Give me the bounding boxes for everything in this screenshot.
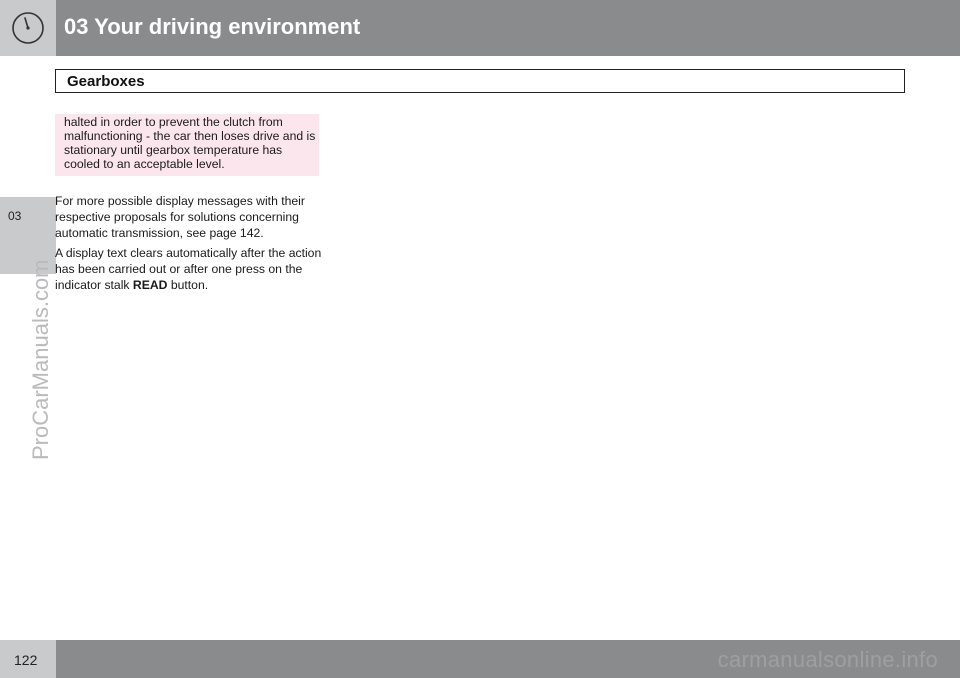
footer-page-box: 122 <box>0 640 56 678</box>
section-title: Gearboxes <box>67 73 145 90</box>
page-number: 122 <box>14 652 38 668</box>
chapter-tab-label: 03 <box>8 209 22 223</box>
note-text: halted in order to prevent the clutch fr… <box>64 115 316 171</box>
paragraph-text-after: button. <box>167 278 209 292</box>
watermark-procarmanuals: ProCarManuals.com <box>28 259 53 460</box>
paragraph-display-clears: A display text clears automatically afte… <box>55 245 323 293</box>
paragraph-display-messages: For more possible display messages with … <box>55 194 305 240</box>
header-icon-box <box>0 0 56 56</box>
note-box: halted in order to prevent the clutch fr… <box>55 114 319 176</box>
watermark-carmanualsonline: carmanualsonline.info <box>717 647 938 672</box>
page-title: 03 Your driving environment <box>64 14 361 39</box>
speedometer-icon <box>12 12 44 44</box>
section-heading-box: Gearboxes <box>55 69 905 93</box>
read-button-label: READ <box>132 278 168 292</box>
